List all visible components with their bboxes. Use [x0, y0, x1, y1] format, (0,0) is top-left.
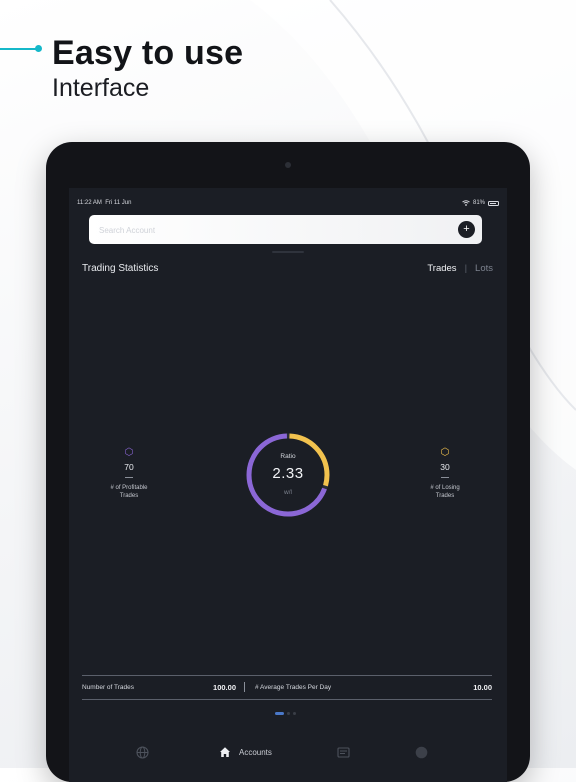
- status-date: Fri 11 Jun: [105, 200, 132, 206]
- tablet-device: 11:22 AM Fri 11 Jun 81% + Trading Statis…: [46, 142, 530, 782]
- hexagon-icon: ⬡: [124, 447, 134, 458]
- nav-label-accounts: Accounts: [239, 747, 272, 757]
- toggle-trades[interactable]: Trades: [427, 263, 456, 274]
- trades-lots-toggle: Trades | Lots: [427, 263, 493, 274]
- summary-top-border: [82, 675, 492, 676]
- num-trades-label: Number of Trades: [82, 684, 135, 691]
- add-account-button[interactable]: +: [458, 221, 475, 238]
- wifi-icon: [462, 200, 470, 206]
- page-dot[interactable]: [293, 712, 296, 715]
- app-screen: 11:22 AM Fri 11 Jun 81% + Trading Statis…: [69, 188, 507, 782]
- toggle-separator: |: [464, 263, 468, 274]
- losing-trades-value: 30: [440, 462, 450, 472]
- search-bar: +: [89, 215, 482, 244]
- profitable-trades-stat: ⬡ 70 # of Profitable Trades: [84, 448, 174, 500]
- losing-label-line1: # of Losing: [430, 485, 460, 491]
- profitable-label-line1: # of Profitable: [110, 485, 148, 491]
- profitable-trades-label: # of Profitable Trades: [84, 484, 174, 500]
- camera-dot: [285, 162, 291, 168]
- page-dot-active[interactable]: [275, 712, 284, 715]
- ratio-unit: w/l: [284, 489, 292, 496]
- avg-trades-value: 10.00: [473, 683, 492, 692]
- battery-icon: [488, 200, 499, 206]
- nav-item-news[interactable]: [337, 745, 350, 759]
- page-indicator: [275, 712, 296, 715]
- profitable-label-line2: Trades: [119, 493, 139, 499]
- page-dot[interactable]: [287, 712, 290, 715]
- home-icon: [220, 747, 230, 757]
- profitable-trades-value: 70: [124, 462, 134, 472]
- section-title: Trading Statistics: [82, 263, 159, 274]
- news-icon: [337, 747, 350, 758]
- promo-title: Easy to use: [52, 34, 244, 72]
- ratio-label: Ratio: [280, 453, 296, 460]
- ratio-ring: Ratio 2.33 w/l: [244, 431, 332, 519]
- nav-item-accounts[interactable]: Accounts: [219, 745, 272, 759]
- status-time: 11:22 AM: [77, 200, 102, 206]
- summary-bottom-border: [82, 699, 492, 700]
- num-trades-value: 100.00: [213, 683, 236, 692]
- hexagon-icon: ⬡: [440, 447, 450, 458]
- status-indicators: 81%: [462, 200, 499, 206]
- ratio-value: 2.33: [272, 465, 304, 482]
- bottom-nav: Accounts: [69, 743, 507, 763]
- status-bar: 11:22 AM Fri 11 Jun 81%: [69, 200, 507, 210]
- promo-accent-dot: [35, 45, 42, 52]
- nav-item-profile[interactable]: [415, 745, 428, 759]
- search-input[interactable]: [97, 221, 441, 240]
- sheet-drag-handle[interactable]: [272, 251, 304, 253]
- nav-item-globe[interactable]: [136, 745, 149, 759]
- promo-subtitle: Interface: [52, 74, 150, 102]
- promo-accent-line: [0, 48, 38, 50]
- losing-label-line2: Trades: [435, 493, 455, 499]
- losing-trades-stat: ⬡ 30 # of Losing Trades: [400, 448, 490, 500]
- status-time-date: 11:22 AM Fri 11 Jun: [77, 200, 131, 206]
- profile-icon: [415, 746, 428, 758]
- summary-separator: [244, 682, 245, 692]
- divider: [125, 477, 133, 478]
- toggle-lots[interactable]: Lots: [475, 263, 493, 274]
- battery-percent: 81%: [472, 200, 485, 206]
- avg-trades-label: # Average Trades Per Day: [255, 684, 332, 691]
- globe-icon: [136, 745, 149, 759]
- losing-trades-label: # of Losing Trades: [400, 484, 490, 500]
- divider: [441, 477, 449, 478]
